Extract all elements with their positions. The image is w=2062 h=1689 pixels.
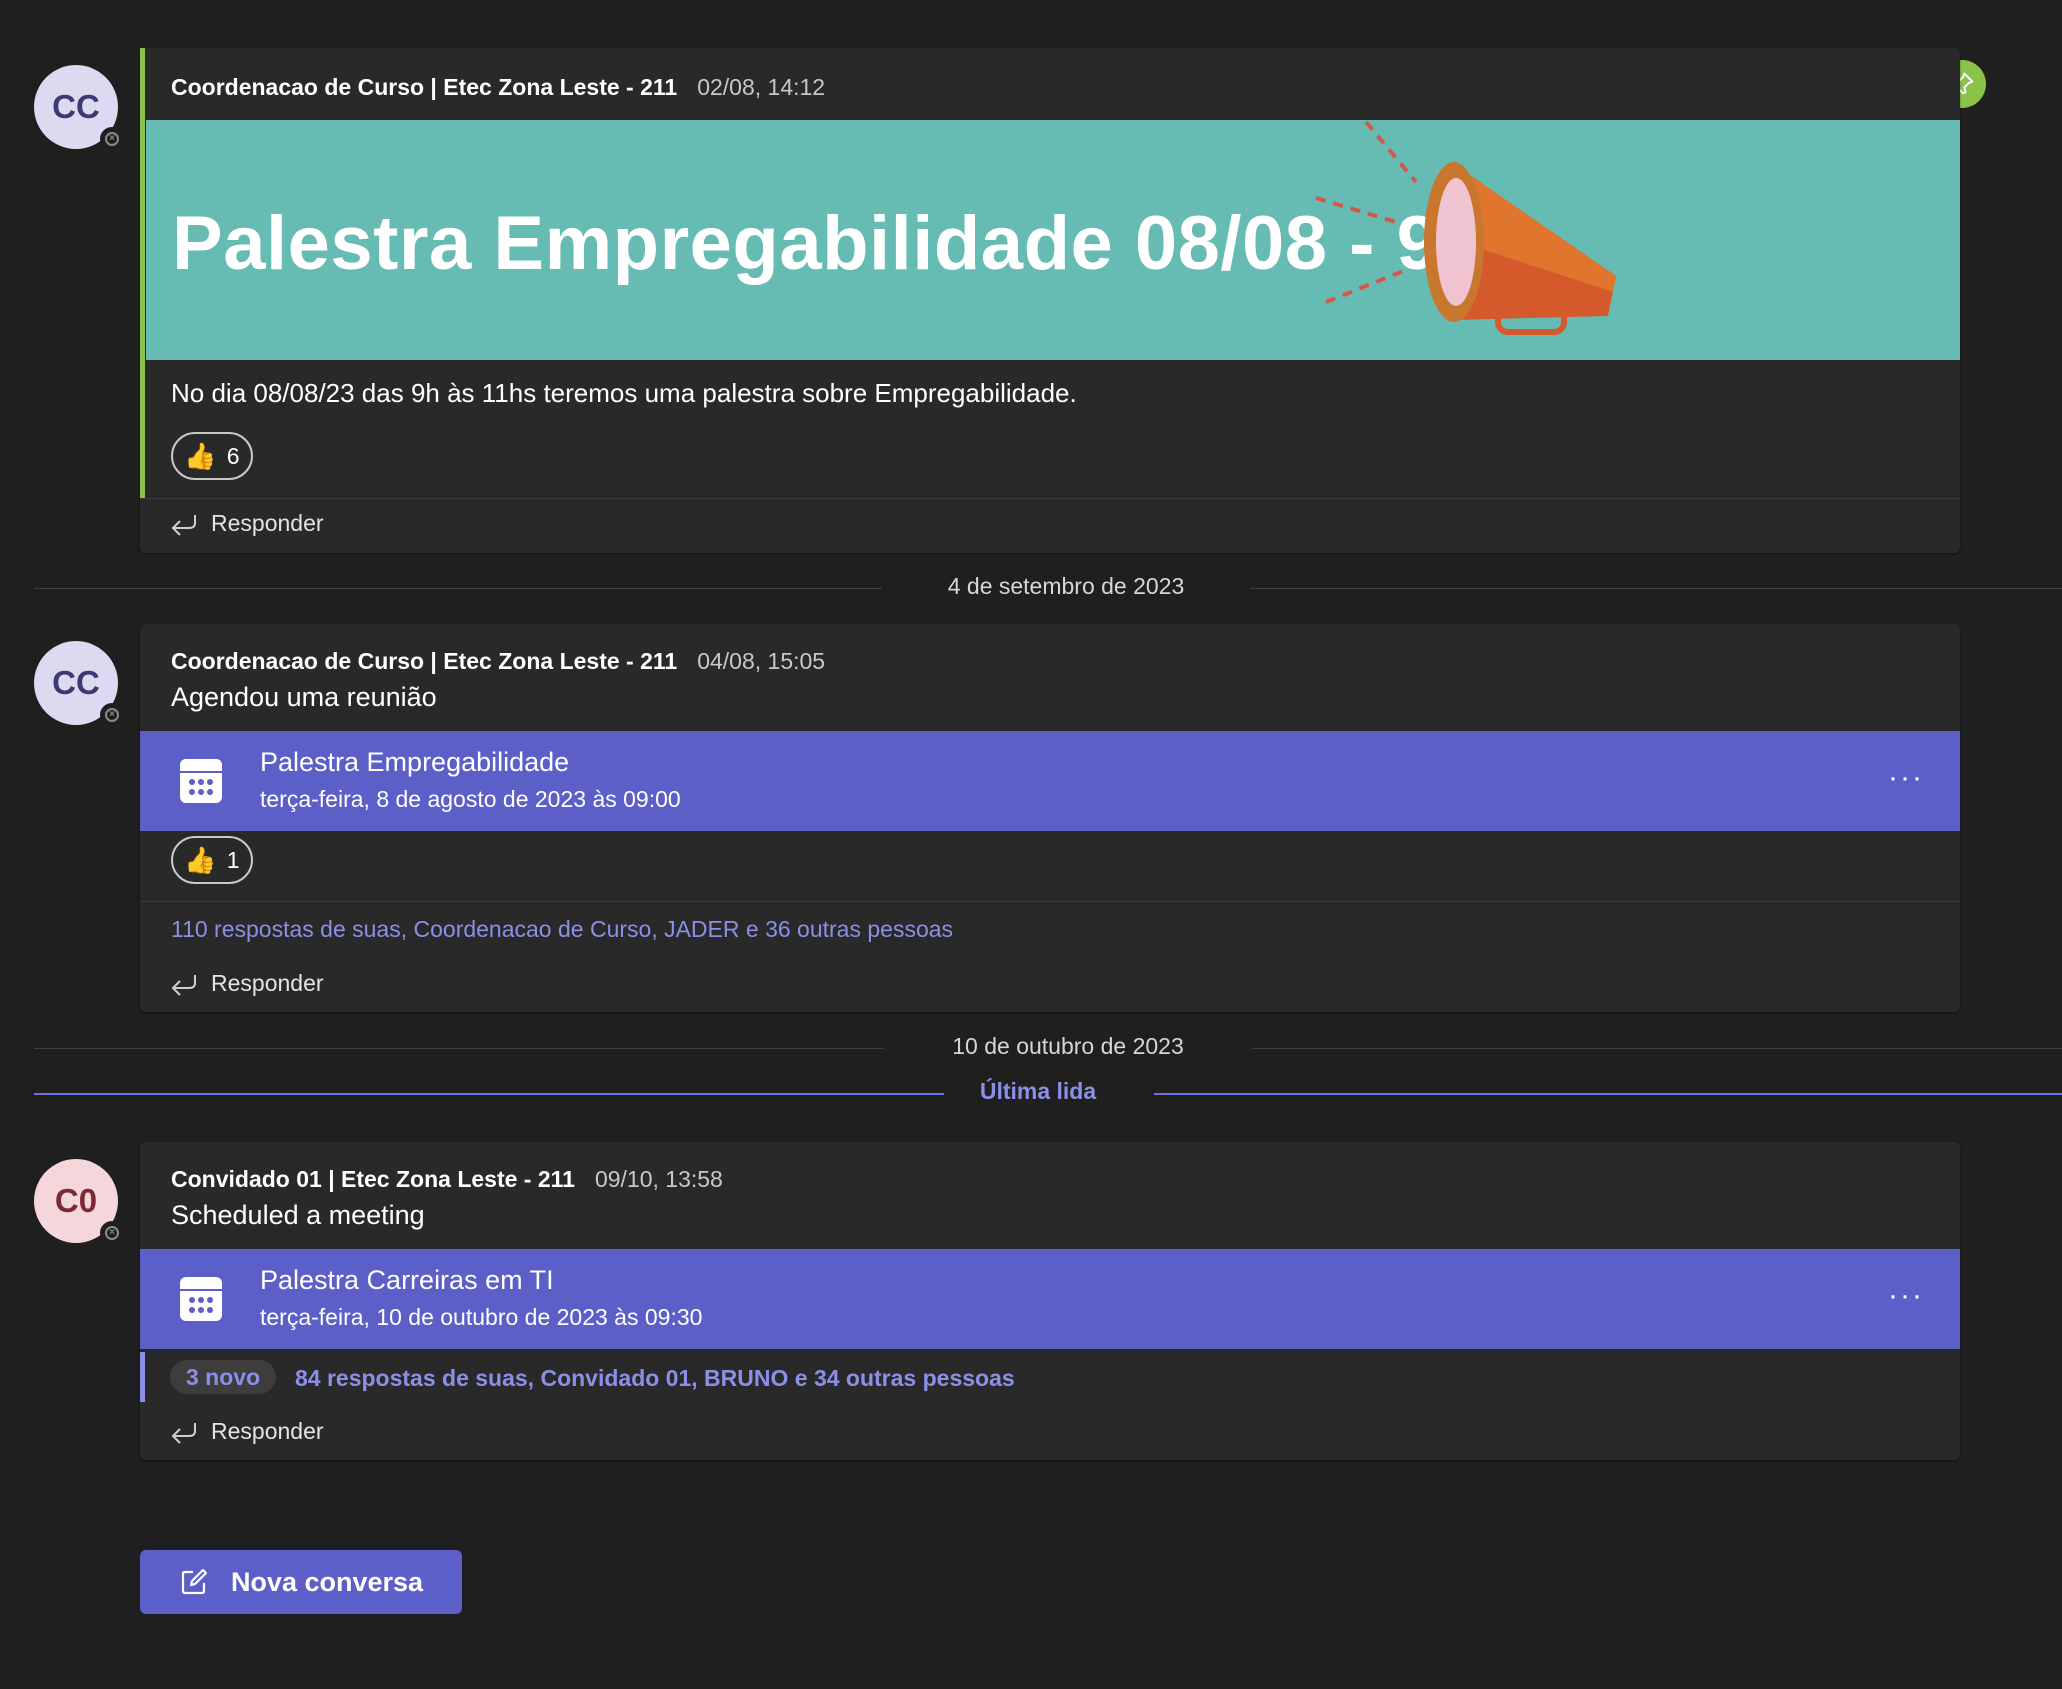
reply-icon [171, 974, 196, 996]
post-card: Coordenacao de Curso | Etec Zona Leste -… [140, 48, 1960, 553]
date-separator: 10 de outubro de 2023 [34, 1033, 2062, 1063]
replies-summary-link[interactable]: 84 respostas de suas, Convidado 01, BRUN… [295, 1365, 1015, 1392]
avatar-initials: CC [52, 88, 100, 125]
avatar-initials: C0 [54, 1182, 98, 1219]
timestamp: 04/08, 15:05 [697, 648, 826, 674]
compose-icon [181, 1568, 208, 1595]
message-body: No dia 08/08/23 das 9h às 11hs teremos u… [171, 378, 1077, 408]
post-card: Coordenacao de Curso | Etec Zona Leste -… [140, 624, 1960, 1012]
author-name[interactable]: Convidado 01 | Etec Zona Leste - 211 [171, 1166, 575, 1193]
replies-summary-link[interactable]: 110 respostas de suas, Coordenacao de Cu… [171, 916, 953, 943]
thumbs-up-icon: 👍 [184, 440, 217, 471]
new-replies-accent-bar [140, 1352, 145, 1402]
timestamp: 02/08, 14:12 [697, 74, 826, 100]
reaction-count: 6 [226, 442, 240, 469]
presence-offline-icon: × [100, 1221, 124, 1245]
date-separator-label: 4 de setembro de 2023 [947, 573, 1185, 599]
reply-label: Responder [211, 1418, 324, 1444]
message-subject: Scheduled a meeting [171, 1200, 425, 1230]
presence-offline-icon: × [100, 703, 124, 727]
avatar[interactable]: CC × [34, 641, 124, 727]
presence-offline-icon: × [100, 127, 124, 151]
date-separator-label: 10 de outubro de 2023 [952, 1033, 1184, 1059]
last-read-label: Última lida [979, 1078, 1097, 1104]
divider [140, 901, 1960, 902]
last-read-marker: Última lida [34, 1078, 2062, 1108]
reply-button[interactable]: Responder [169, 970, 324, 997]
more-options-icon[interactable]: ··· [1888, 1279, 1924, 1313]
post-card: Convidado 01 | Etec Zona Leste - 211 09/… [140, 1142, 1960, 1460]
message-subject: Agendou uma reunião [171, 682, 437, 712]
reply-icon [171, 1422, 196, 1444]
reply-button[interactable]: Responder [169, 1418, 324, 1445]
announcement-banner: Palestra Empregabilidade 08/08 - 9h [146, 120, 1960, 360]
avatar-initials: CC [52, 664, 100, 701]
pinned-accent-bar [140, 48, 145, 498]
megaphone-icon [1315, 120, 1616, 335]
new-conversation-button[interactable]: Nova conversa [140, 1550, 462, 1614]
reaction-count: 1 [226, 846, 240, 873]
avatar[interactable]: CC × [34, 65, 124, 151]
meeting-date: terça-feira, 8 de agosto de 2023 às 09:0… [260, 786, 681, 812]
meeting-card[interactable]: Palestra Empregabilidade terça-feira, 8 … [140, 731, 1960, 831]
meeting-title: Palestra Empregabilidade [260, 747, 570, 777]
meeting-card[interactable]: Palestra Carreiras em TI terça-feira, 10… [140, 1249, 1960, 1349]
more-options-icon[interactable]: ··· [1888, 761, 1924, 795]
reply-icon [171, 514, 196, 536]
new-conversation-label: Nova conversa [230, 1566, 424, 1597]
reply-label: Responder [211, 510, 324, 536]
reaction-thumbs-up[interactable]: 👍 6 [171, 432, 253, 480]
meeting-date: terça-feira, 10 de outubro de 2023 às 09… [260, 1304, 703, 1330]
divider [140, 498, 1960, 499]
avatar[interactable]: C0 × [34, 1159, 124, 1245]
author-name[interactable]: Coordenacao de Curso | Etec Zona Leste -… [171, 74, 677, 101]
calendar-icon [180, 1277, 222, 1321]
timestamp: 09/10, 13:58 [594, 1166, 723, 1192]
date-separator: 4 de setembro de 2023 [34, 573, 2062, 603]
meeting-title: Palestra Carreiras em TI [260, 1265, 554, 1295]
calendar-icon [180, 759, 222, 803]
author-name[interactable]: Coordenacao de Curso | Etec Zona Leste -… [171, 648, 677, 675]
reaction-thumbs-up[interactable]: 👍 1 [171, 836, 253, 884]
reply-button[interactable]: Responder [169, 510, 324, 537]
new-replies-badge: 3 novo [170, 1360, 277, 1394]
reply-label: Responder [211, 970, 324, 996]
thumbs-up-icon: 👍 [184, 844, 217, 875]
